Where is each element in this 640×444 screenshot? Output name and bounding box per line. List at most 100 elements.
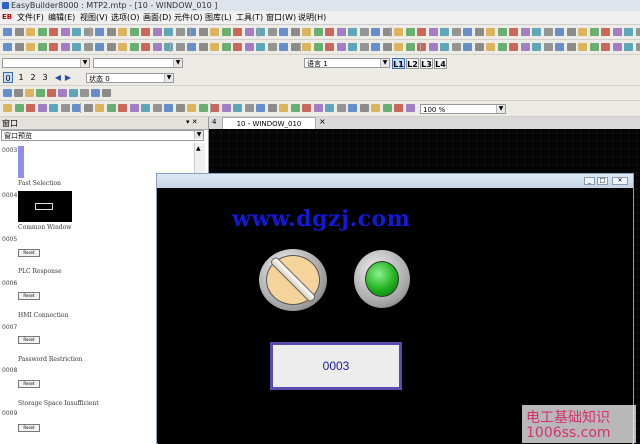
toolbar-tool-icon[interactable] — [590, 28, 599, 36]
toolbar-tool-icon[interactable] — [314, 28, 323, 36]
toolbar-tool-icon[interactable] — [578, 43, 587, 51]
toolbar-tool-icon[interactable] — [141, 28, 150, 36]
toolbar-tool-icon[interactable] — [429, 28, 438, 36]
toolbar-tool-icon[interactable] — [544, 28, 553, 36]
toolbar-tool-icon[interactable] — [49, 28, 58, 36]
menu-options[interactable]: 选项(O) — [111, 12, 140, 23]
toolbar-tool-icon[interactable] — [325, 43, 334, 51]
toolbar-tool-icon[interactable] — [187, 43, 196, 51]
maximize-icon[interactable]: □ — [597, 177, 608, 185]
toolbar-tool-icon[interactable] — [532, 43, 541, 51]
prev-page-icon[interactable]: ◀ — [53, 72, 63, 83]
toolbar-tool-icon[interactable] — [486, 28, 495, 36]
toolbar-tool-icon[interactable] — [95, 43, 104, 51]
toolbar-tool-icon[interactable] — [58, 89, 67, 97]
toolbar-tool-icon[interactable] — [222, 104, 231, 112]
toolbar-tool-icon[interactable] — [383, 43, 392, 51]
toolbar-tool-icon[interactable] — [394, 104, 403, 112]
close-icon[interactable]: ✕ — [612, 177, 628, 185]
toolbar-tool-icon[interactable] — [256, 104, 265, 112]
toolbar-tool-icon[interactable] — [84, 28, 93, 36]
size-combo[interactable]: ▼ — [93, 58, 183, 68]
page-2-button[interactable]: 2 — [28, 72, 38, 83]
toolbar-tool-icon[interactable] — [84, 104, 93, 112]
toolbar-tool-icon[interactable] — [406, 28, 415, 36]
toolbar-tool-icon[interactable] — [371, 43, 380, 51]
toolbar-tool-icon[interactable] — [521, 28, 530, 36]
menu-screen[interactable]: 画面(D) — [143, 12, 171, 23]
toolbar-tool-icon[interactable] — [463, 28, 472, 36]
toolbar-tool-icon[interactable] — [360, 43, 369, 51]
menu-help[interactable]: 说明(H) — [298, 12, 326, 23]
toolbar-tool-icon[interactable] — [26, 104, 35, 112]
toolbar-tool-icon[interactable] — [337, 43, 346, 51]
scroll-up-icon[interactable]: ▲ — [196, 145, 201, 152]
toolbar-tool-icon[interactable] — [38, 104, 47, 112]
toolbar-tool-icon[interactable] — [371, 104, 380, 112]
toolbar-tool-icon[interactable] — [80, 89, 89, 97]
toolbar-tool-icon[interactable] — [452, 28, 461, 36]
toolbar-tool-icon[interactable] — [3, 28, 12, 36]
toolbar-tool-icon[interactable] — [15, 28, 24, 36]
chevron-down-icon[interactable]: ▼ — [496, 105, 505, 113]
toolbar-tool-icon[interactable] — [210, 43, 219, 51]
toolbar-tool-icon[interactable] — [245, 104, 254, 112]
toolbar-tool-icon[interactable] — [279, 104, 288, 112]
toolbar-tool-icon[interactable] — [199, 43, 208, 51]
toolbar-tool-icon[interactable] — [245, 43, 254, 51]
window-name[interactable]: Fast Selection — [18, 180, 61, 187]
toolbar-tool-icon[interactable] — [279, 43, 288, 51]
panel-view-combo[interactable]: 窗口预览 ▼ — [1, 130, 204, 141]
toolbar-tool-icon[interactable] — [636, 28, 640, 36]
toolbar-tool-icon[interactable] — [624, 28, 633, 36]
toolbar-tool-icon[interactable] — [61, 28, 70, 36]
numeric-display[interactable]: 0003 — [270, 342, 402, 390]
tab-window-010[interactable]: 10 - WINDOW_010 — [222, 117, 316, 129]
toolbar-tool-icon[interactable] — [302, 104, 311, 112]
toolbar-tool-icon[interactable] — [199, 104, 208, 112]
toolbar-tool-icon[interactable] — [47, 89, 56, 97]
toolbar-tool-icon[interactable] — [26, 43, 35, 51]
window-thumbnail[interactable]: Reset — [18, 336, 40, 344]
toolbar-tool-icon[interactable] — [36, 89, 45, 97]
window-thumbnail[interactable] — [18, 146, 24, 178]
toolbar-tool-icon[interactable] — [268, 104, 277, 112]
toolbar-tool-icon[interactable] — [314, 43, 323, 51]
toolbar-tool-icon[interactable] — [153, 104, 162, 112]
window-name[interactable]: PLC Response — [18, 268, 62, 275]
toolbar-tool-icon[interactable] — [521, 43, 530, 51]
level-l4-button[interactable]: L4 — [434, 58, 447, 69]
toolbar-tool-icon[interactable] — [268, 28, 277, 36]
toolbar-tool-icon[interactable] — [118, 43, 127, 51]
window-name[interactable]: Storage Space Insufficient — [18, 400, 99, 407]
toolbar-tool-icon[interactable] — [61, 43, 70, 51]
toolbar-tool-icon[interactable] — [118, 104, 127, 112]
toolbar-tool-icon[interactable] — [164, 28, 173, 36]
chevron-down-icon[interactable]: ▼ — [380, 59, 389, 67]
toolbar-tool-icon[interactable] — [26, 28, 35, 36]
toolbar-tool-icon[interactable] — [187, 104, 196, 112]
toolbar-tool-icon[interactable] — [268, 43, 277, 51]
toolbar-tool-icon[interactable] — [72, 43, 81, 51]
toolbar-tool-icon[interactable] — [61, 104, 70, 112]
toolbar-tool-icon[interactable] — [624, 43, 633, 51]
menu-edit[interactable]: 编辑(E) — [48, 12, 75, 23]
window-thumbnail[interactable]: Reset — [18, 292, 40, 300]
toolbar-tool-icon[interactable] — [475, 28, 484, 36]
toolbar-tool-icon[interactable] — [429, 43, 438, 51]
toolbar-tool-icon[interactable] — [118, 28, 127, 36]
toolbar-tool-icon[interactable] — [141, 104, 150, 112]
toolbar-tool-icon[interactable] — [38, 28, 47, 36]
toolbar-tool-icon[interactable] — [222, 28, 231, 36]
toolbar-tool-icon[interactable] — [153, 28, 162, 36]
zoom-combo[interactable]: 100 % ▼ — [420, 104, 506, 114]
toolbar-tool-icon[interactable] — [360, 104, 369, 112]
toolbar-tool-icon[interactable] — [348, 28, 357, 36]
toolbar-tool-icon[interactable] — [348, 43, 357, 51]
menu-window[interactable]: 窗口(W) — [266, 12, 296, 23]
toolbar-tool-icon[interactable] — [613, 43, 622, 51]
toolbar-tool-icon[interactable] — [532, 28, 541, 36]
window-name[interactable]: Password Restriction — [18, 356, 82, 363]
toolbar-tool-icon[interactable] — [555, 43, 564, 51]
toolbar-tool-icon[interactable] — [440, 28, 449, 36]
